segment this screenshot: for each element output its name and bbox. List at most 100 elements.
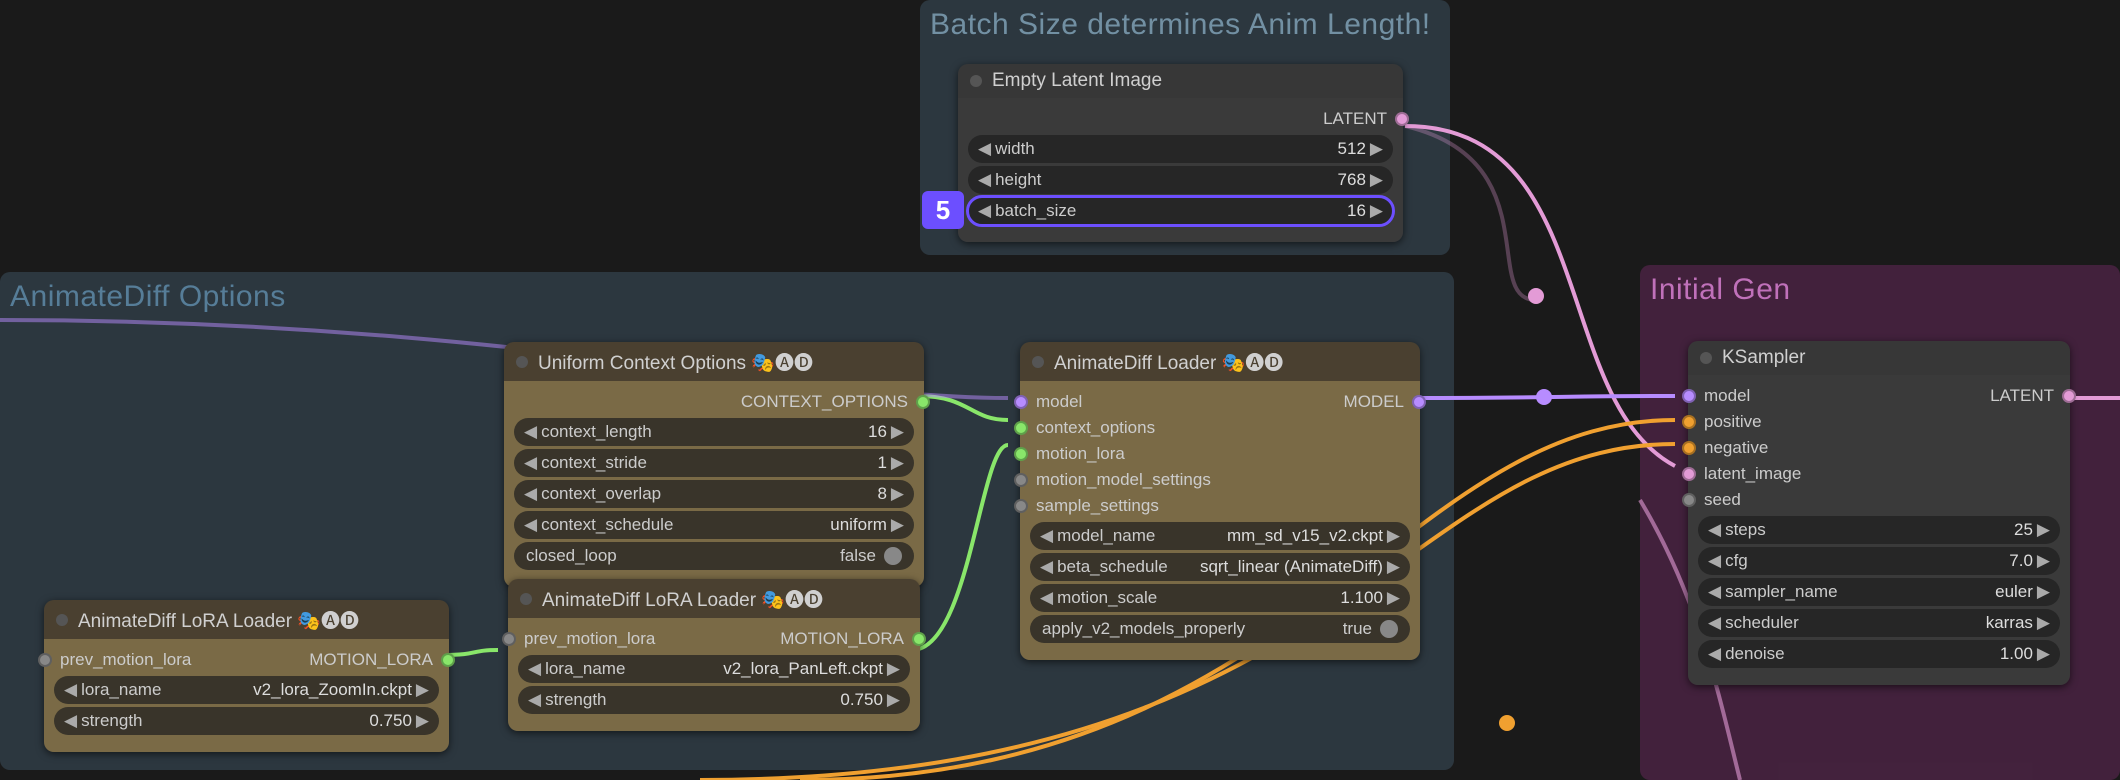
output-context_options[interactable]: CONTEXT_OPTIONS [514, 389, 914, 415]
widget-value[interactable]: 25 [2014, 520, 2033, 540]
widget-batch-size[interactable]: ◀batch_size16▶ [968, 197, 1393, 225]
widget-strength[interactable]: ◀strength0.750▶ [518, 686, 910, 714]
port-icon[interactable] [916, 395, 930, 409]
node-header[interactable]: AnimateDiff LoRA Loader 🎭🅐🅓 [508, 579, 920, 618]
widget-value[interactable]: 16 [868, 422, 887, 442]
chevron-right-icon[interactable]: ▶ [1366, 139, 1387, 159]
widget-denoise[interactable]: ◀denoise1.00▶ [1698, 640, 2060, 668]
chevron-right-icon[interactable]: ▶ [2033, 644, 2054, 664]
widget-value[interactable]: sqrt_linear (AnimateDiff) [1200, 557, 1383, 577]
widget-height[interactable]: ◀height768▶ [968, 166, 1393, 194]
widget-lora-name[interactable]: ◀lora_namev2_lora_ZoomIn.ckpt▶ [54, 676, 439, 704]
output-latent[interactable]: LATENT [968, 106, 1393, 132]
chevron-left-icon[interactable]: ◀ [974, 139, 995, 159]
node-header[interactable]: AnimateDiff Loader 🎭🅐🅓 [1020, 342, 1420, 381]
chevron-left-icon[interactable]: ◀ [1704, 582, 1725, 602]
chevron-left-icon[interactable]: ◀ [60, 680, 81, 700]
chevron-right-icon[interactable]: ▶ [2033, 582, 2054, 602]
port-icon[interactable] [1412, 395, 1426, 409]
toggle-knob-icon[interactable] [1380, 620, 1398, 638]
chevron-right-icon[interactable]: ▶ [887, 422, 908, 442]
widget-steps[interactable]: ◀steps25▶ [1698, 516, 2060, 544]
port-icon[interactable] [1395, 112, 1409, 126]
widget-value[interactable]: 512 [1338, 139, 1366, 159]
port-icon[interactable] [1682, 389, 1696, 403]
chevron-left-icon[interactable]: ◀ [1704, 551, 1725, 571]
chevron-right-icon[interactable]: ▶ [887, 484, 908, 504]
port-icon[interactable] [1682, 415, 1696, 429]
node-header[interactable]: Empty Latent Image [958, 64, 1403, 98]
chevron-left-icon[interactable]: ◀ [520, 453, 541, 473]
widget-value[interactable]: 0.750 [369, 711, 412, 731]
chevron-left-icon[interactable]: ◀ [520, 422, 541, 442]
chevron-left-icon[interactable]: ◀ [974, 170, 995, 190]
port-icon[interactable] [38, 653, 52, 667]
node-adloader[interactable]: AnimateDiff Loader 🎭🅐🅓modelMODELcontext_… [1020, 342, 1420, 660]
collapse-dot-icon[interactable] [520, 593, 532, 605]
port-icon[interactable] [1682, 467, 1696, 481]
widget-value[interactable]: 7.0 [2009, 551, 2033, 571]
chevron-left-icon[interactable]: ◀ [524, 659, 545, 679]
chevron-left-icon[interactable]: ◀ [520, 484, 541, 504]
port-icon[interactable] [912, 632, 926, 646]
chevron-left-icon[interactable]: ◀ [1704, 644, 1725, 664]
chevron-right-icon[interactable]: ▶ [1366, 170, 1387, 190]
port-icon[interactable] [1682, 441, 1696, 455]
widget-width[interactable]: ◀width512▶ [968, 135, 1393, 163]
chevron-right-icon[interactable]: ▶ [887, 515, 908, 535]
widget-strength[interactable]: ◀strength0.750▶ [54, 707, 439, 735]
widget-value[interactable]: 1 [877, 453, 886, 473]
widget-sampler-name[interactable]: ◀sampler_nameeuler▶ [1698, 578, 2060, 606]
collapse-dot-icon[interactable] [1032, 356, 1044, 368]
node-header[interactable]: Uniform Context Options 🎭🅐🅓 [504, 342, 924, 381]
widget-value[interactable]: 1.100 [1340, 588, 1383, 608]
chevron-left-icon[interactable]: ◀ [60, 711, 81, 731]
widget-value[interactable]: 1.00 [2000, 644, 2033, 664]
collapse-dot-icon[interactable] [516, 356, 528, 368]
chevron-left-icon[interactable]: ◀ [974, 201, 995, 221]
node-lora2[interactable]: AnimateDiff LoRA Loader 🎭🅐🅓prev_motion_l… [508, 579, 920, 731]
port-icon[interactable] [441, 653, 455, 667]
collapse-dot-icon[interactable] [970, 75, 982, 87]
chevron-right-icon[interactable]: ▶ [412, 680, 433, 700]
chevron-right-icon[interactable]: ▶ [887, 453, 908, 473]
widget-lora-name[interactable]: ◀lora_namev2_lora_PanLeft.ckpt▶ [518, 655, 910, 683]
node-header[interactable]: KSampler [1688, 341, 2070, 375]
chevron-right-icon[interactable]: ▶ [2033, 520, 2054, 540]
chevron-right-icon[interactable]: ▶ [2033, 551, 2054, 571]
widget-value[interactable]: 8 [877, 484, 886, 504]
node-ksamp[interactable]: KSamplermodelLATENTpositivenegativelaten… [1688, 341, 2070, 685]
port-icon[interactable] [502, 632, 516, 646]
widget-value[interactable]: v2_lora_PanLeft.ckpt [723, 659, 883, 679]
port-icon[interactable] [2062, 389, 2076, 403]
chevron-right-icon[interactable]: ▶ [1383, 588, 1404, 608]
node-lora1[interactable]: AnimateDiff LoRA Loader 🎭🅐🅓prev_motion_l… [44, 600, 449, 752]
node-ctx[interactable]: Uniform Context Options 🎭🅐🅓 CONTEXT_OPTIO… [504, 342, 924, 587]
widget-value[interactable]: euler [1995, 582, 2033, 602]
node-empty[interactable]: Empty Latent Image LATENT ◀width512▶ ◀heigh… [958, 64, 1403, 242]
chevron-left-icon[interactable]: ◀ [1704, 613, 1725, 633]
port-icon[interactable] [1014, 395, 1028, 409]
chevron-left-icon[interactable]: ◀ [1036, 526, 1057, 546]
chevron-left-icon[interactable]: ◀ [524, 690, 545, 710]
widget-value[interactable]: uniform [830, 515, 887, 535]
chevron-right-icon[interactable]: ▶ [883, 659, 904, 679]
node-header[interactable]: AnimateDiff LoRA Loader 🎭🅐🅓 [44, 600, 449, 639]
collapse-dot-icon[interactable] [56, 614, 68, 626]
widget-value[interactable]: 768 [1338, 170, 1366, 190]
chevron-left-icon[interactable]: ◀ [1036, 588, 1057, 608]
port-icon[interactable] [1014, 421, 1028, 435]
widget-context-stride[interactable]: ◀context_stride1▶ [514, 449, 914, 477]
widget-value[interactable]: mm_sd_v15_v2.ckpt [1227, 526, 1383, 546]
chevron-left-icon[interactable]: ◀ [1704, 520, 1725, 540]
port-icon[interactable] [1682, 493, 1696, 507]
widget-model-name[interactable]: ◀model_namemm_sd_v15_v2.ckpt▶ [1030, 522, 1410, 550]
chevron-right-icon[interactable]: ▶ [1366, 201, 1387, 221]
widget-scheduler[interactable]: ◀schedulerkarras▶ [1698, 609, 2060, 637]
toggle-knob-icon[interactable] [884, 547, 902, 565]
toggle-apply-v2-models-properly[interactable]: apply_v2_models_properlytrue [1030, 615, 1410, 643]
chevron-right-icon[interactable]: ▶ [412, 711, 433, 731]
widget-context-length[interactable]: ◀context_length16▶ [514, 418, 914, 446]
widget-motion-scale[interactable]: ◀motion_scale1.100▶ [1030, 584, 1410, 612]
toggle-closed-loop[interactable]: closed_loopfalse [514, 542, 914, 570]
